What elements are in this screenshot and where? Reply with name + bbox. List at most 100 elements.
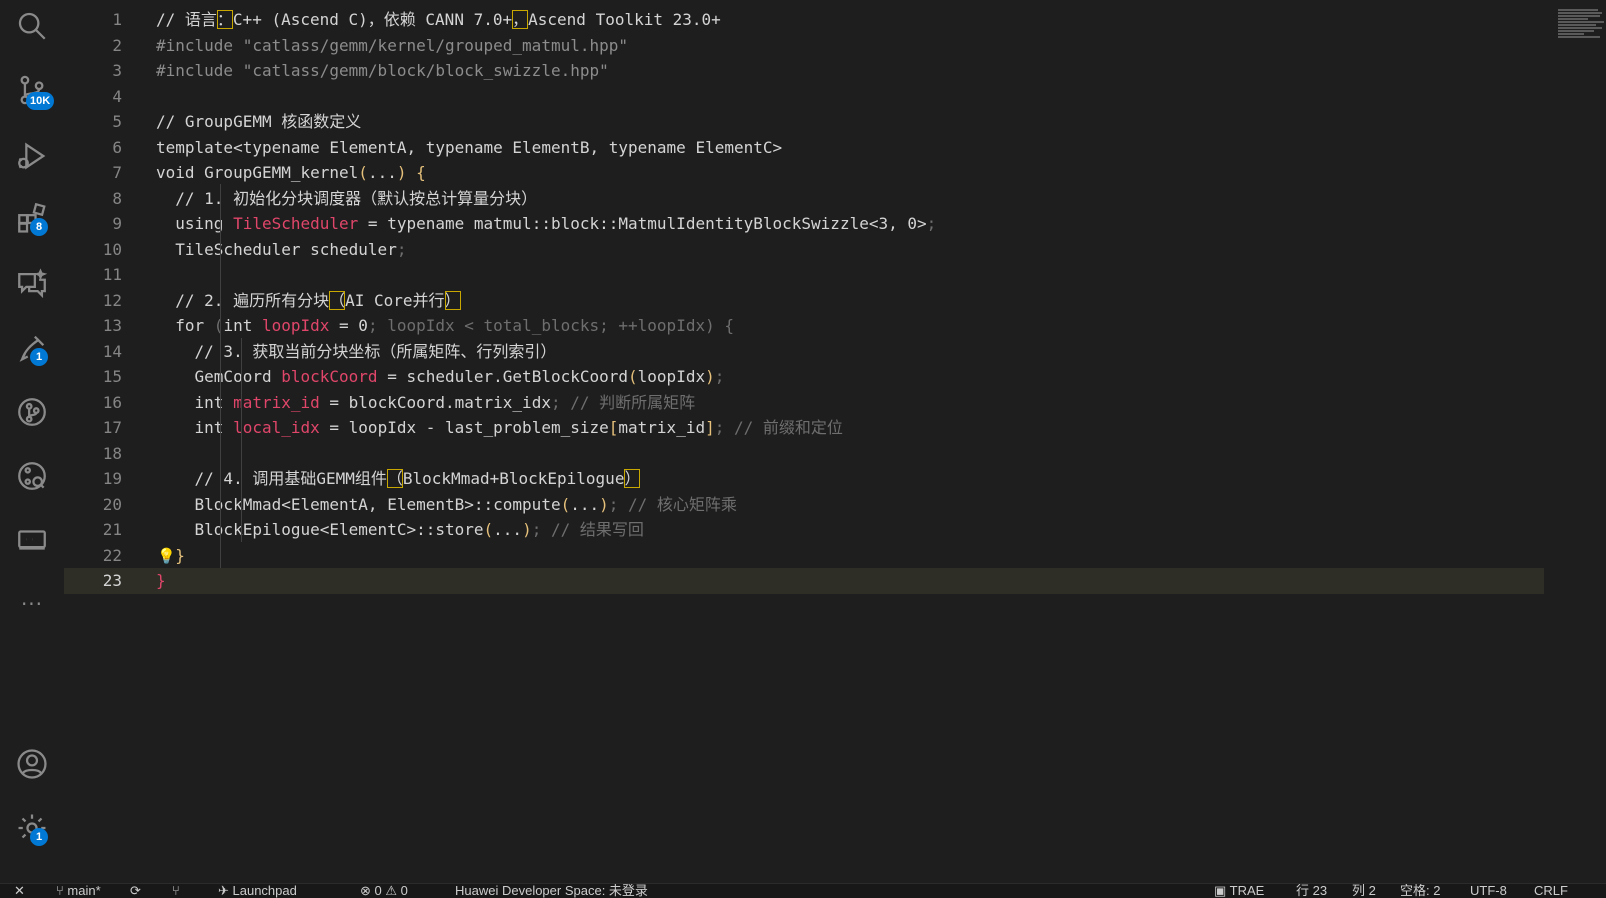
remote-explorer-icon[interactable] bbox=[12, 520, 52, 560]
git-graph-status-icon[interactable]: ⑂ bbox=[172, 884, 180, 898]
code-token: // 1. 初始化分块调度器（默认按总计算量分块） bbox=[156, 188, 538, 208]
code-line[interactable]: 1 // 语言：C++ (Ascend C)，依赖 CANN 7.0+，Ascen… bbox=[64, 7, 1544, 33]
code-token: ( bbox=[358, 163, 368, 182]
code-line[interactable]: 22 } 💡 bbox=[64, 543, 1544, 569]
cursor-line[interactable]: 行 23 bbox=[1296, 884, 1327, 898]
cursor-column[interactable]: 列 2 bbox=[1352, 884, 1376, 898]
problems-indicator[interactable]: ⊗ 0 ⚠ 0 bbox=[360, 884, 408, 898]
lightbulb-icon[interactable]: 💡 bbox=[157, 543, 176, 569]
code-line[interactable]: 19 // 4. 调用基础GEMM组件（BlockMmad+BlockEpilo… bbox=[64, 466, 1544, 492]
code-line[interactable]: 8 // 1. 初始化分块调度器（默认按总计算量分块） bbox=[64, 186, 1544, 212]
code-editor[interactable]: 1 // 语言：C++ (Ascend C)，依赖 CANN 7.0+，Ascen… bbox=[64, 0, 1606, 883]
run-debug-icon[interactable] bbox=[12, 136, 52, 176]
code-token: ] bbox=[705, 418, 715, 437]
code-token: TileScheduler scheduler bbox=[156, 239, 397, 259]
search-icon[interactable] bbox=[12, 6, 52, 46]
code-token: （ bbox=[386, 469, 403, 488]
code-line[interactable]: 18 bbox=[64, 441, 1544, 467]
code-token: ; bbox=[396, 239, 407, 259]
line-number: 18 bbox=[102, 443, 122, 463]
code-text: // 语言：C++ (Ascend C)，依赖 CANN 7.0+，Ascend… bbox=[156, 7, 721, 33]
code-token: // GroupGEMM 核函数定义 bbox=[156, 112, 362, 131]
code-text: } bbox=[156, 568, 166, 594]
code-token: matrix_id bbox=[233, 392, 320, 412]
sync-icon[interactable]: ⟳ bbox=[130, 884, 141, 898]
line-number: 2 bbox=[112, 35, 122, 55]
code-token: = typename matmul::block::MatmulIdentity… bbox=[358, 214, 927, 233]
code-token: local_idx bbox=[233, 418, 320, 437]
code-line[interactable]: 6 template<typename ElementA, typename El… bbox=[64, 135, 1544, 161]
code-token: ... bbox=[367, 163, 397, 182]
testing-icon[interactable]: 1 bbox=[12, 328, 52, 368]
code-text: TileScheduler scheduler; bbox=[156, 237, 406, 263]
activity-bar: 10K 8 1 ··· 1 bbox=[0, 0, 64, 883]
code-text: int matrix_id = blockCoord.matrix_idx; /… bbox=[156, 390, 696, 416]
line-ending[interactable]: CRLF bbox=[1534, 884, 1568, 898]
code-token: = blockCoord.matrix_idx bbox=[319, 392, 551, 412]
trae-item[interactable]: ▣ TRAE bbox=[1214, 884, 1264, 898]
code-token: ) bbox=[522, 520, 532, 539]
line-number: 16 bbox=[102, 392, 122, 412]
remote-indicator-icon[interactable]: ✕ bbox=[14, 884, 25, 898]
code-line[interactable]: 2 #include "catlass/gemm/kernel/grouped_m… bbox=[64, 33, 1544, 59]
code-line[interactable]: 7 void GroupGEMM_kernel(...) { bbox=[64, 160, 1544, 186]
line-number: 7 bbox=[112, 163, 122, 182]
code-line[interactable]: 10 TileScheduler scheduler; bbox=[64, 237, 1544, 263]
line-number: 8 bbox=[112, 188, 122, 208]
code-token: BlockMmad<ElementA, ElementB>::compute bbox=[156, 494, 561, 514]
settings-badge: 1 bbox=[30, 828, 48, 846]
code-line[interactable]: 15 GemCoord blockCoord = scheduler.GetBl… bbox=[64, 364, 1544, 390]
indentation[interactable]: 空格: 2 bbox=[1400, 884, 1440, 898]
git-graph-icon[interactable] bbox=[12, 392, 52, 432]
code-text: // 2. 遍历所有分块（AI Core并行） bbox=[156, 288, 461, 314]
code-text: #include "catlass/gemm/block/block_swizz… bbox=[156, 58, 609, 84]
code-token: = scheduler.GetBlockCoord bbox=[377, 367, 629, 386]
code-token: （ bbox=[329, 290, 346, 310]
code-token: // 2. 遍历所有分块 bbox=[156, 290, 330, 310]
code-token: GemCoord bbox=[156, 367, 282, 386]
code-token: ） bbox=[624, 469, 641, 488]
code-line[interactable]: 3 #include "catlass/gemm/block/block_swiz… bbox=[64, 58, 1544, 84]
encoding[interactable]: UTF-8 bbox=[1470, 884, 1507, 898]
code-token: int bbox=[223, 316, 262, 335]
code-line[interactable]: 5 // GroupGEMM 核函数定义 bbox=[64, 109, 1544, 135]
branch-name: main* bbox=[67, 883, 101, 898]
minimap[interactable] bbox=[1558, 8, 1606, 52]
account-icon[interactable] bbox=[12, 744, 52, 784]
chat-sparkle-icon[interactable] bbox=[12, 264, 52, 304]
code-line[interactable]: 21 BlockEpilogue<ElementC>::store(...); … bbox=[64, 517, 1544, 543]
extensions-icon[interactable]: 8 bbox=[12, 198, 52, 238]
code-line[interactable]: 16 int matrix_id = blockCoord.matrix_idx… bbox=[64, 390, 1544, 416]
code-line[interactable]: 17 int local_idx = loopIdx - last_proble… bbox=[64, 415, 1544, 441]
code-token: } bbox=[156, 571, 166, 590]
code-line[interactable]: 23} bbox=[64, 568, 1544, 594]
code-text: // GroupGEMM 核函数定义 bbox=[156, 109, 361, 135]
git-history-icon[interactable] bbox=[12, 456, 52, 496]
code-token: int bbox=[156, 392, 234, 412]
more-icon[interactable]: ··· bbox=[12, 584, 52, 624]
code-text: BlockMmad<ElementA, ElementB>::compute(.… bbox=[156, 492, 737, 518]
branch-indicator[interactable]: ⑂ main* bbox=[56, 883, 101, 898]
code-token: ; loopIdx < total_blocks; ++loopIdx) { bbox=[367, 316, 734, 335]
code-text: // 4. 调用基础GEMM组件（BlockMmad+BlockEpilogue… bbox=[156, 466, 641, 492]
developer-space-status[interactable]: Huawei Developer Space: 未登录 bbox=[455, 884, 648, 898]
code-line[interactable]: 4 bbox=[64, 84, 1544, 110]
code-line[interactable]: 20 BlockMmad<ElementA, ElementB>::comput… bbox=[64, 492, 1544, 518]
source-control-icon[interactable]: 10K bbox=[12, 70, 55, 110]
code-token: ; // 结果写回 bbox=[531, 520, 644, 539]
code-token: #include "catlass/gemm/block/block_swizz… bbox=[156, 61, 609, 80]
code-line[interactable]: 12 // 2. 遍历所有分块（AI Core并行） bbox=[64, 288, 1544, 314]
launchpad-label: Launchpad bbox=[232, 883, 297, 898]
code-token: ( bbox=[213, 316, 224, 335]
settings-gear-icon[interactable]: 1 bbox=[12, 808, 52, 848]
code-token: using bbox=[156, 214, 234, 233]
code-line[interactable]: 11 bbox=[64, 262, 1544, 288]
code-line[interactable]: 13 for (int loopIdx = 0; loopIdx < total… bbox=[64, 313, 1544, 339]
code-token: // 3. 获取当前分块坐标（所属矩阵、行列索引） bbox=[156, 341, 557, 361]
code-token: ; // 核心矩阵乘 bbox=[608, 494, 737, 514]
code-token: ; bbox=[926, 214, 937, 233]
code-text: using TileScheduler = typename matmul::b… bbox=[156, 211, 936, 237]
code-line[interactable]: 9 using TileScheduler = typename matmul:… bbox=[64, 211, 1544, 237]
launchpad-item[interactable]: ✈ Launchpad bbox=[218, 883, 297, 898]
code-line[interactable]: 14 // 3. 获取当前分块坐标（所属矩阵、行列索引） bbox=[64, 339, 1544, 365]
